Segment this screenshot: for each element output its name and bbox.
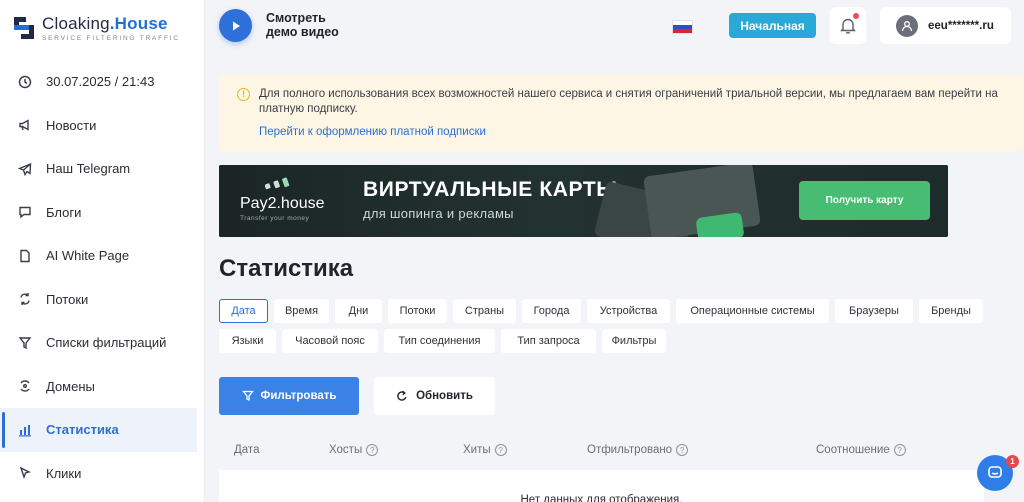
pay2-banner[interactable]: Pay2.house Transfer your money ВИРТУАЛЬН… (219, 165, 948, 237)
tab-devices[interactable]: Устройства (587, 299, 670, 323)
alert-text: Для полного использования всех возможнос… (259, 88, 998, 115)
column-date: Дата (234, 444, 260, 456)
sidebar-item-label: Блоги (46, 204, 82, 220)
filter-icon (241, 390, 254, 402)
tab-connection-type[interactable]: Тип соединения (384, 329, 495, 353)
document-icon (18, 249, 32, 263)
sidebar-item-ai-white-page[interactable]: AI White Page (0, 234, 205, 278)
telegram-icon (18, 162, 32, 176)
sidebar-item-label: Статистика (46, 422, 119, 438)
tab-countries[interactable]: Страны (453, 299, 516, 323)
tab-operating-systems[interactable]: Операционные системы (676, 299, 829, 323)
sidebar-item-label: Списки фильтраций (46, 335, 167, 351)
top-header: Смотреть демо видео Начальная eeu*******… (205, 0, 1024, 52)
chat-icon (18, 205, 32, 219)
chat-bubble-icon (988, 466, 1002, 478)
sidebar-item-label: AI White Page (46, 248, 130, 264)
tab-languages[interactable]: Языки (219, 329, 276, 353)
tab-cities[interactable]: Города (522, 299, 581, 323)
repeat-icon (18, 292, 32, 306)
sidebar-item-blogs[interactable]: Блоги (0, 191, 205, 235)
logo-mark-icon (12, 14, 36, 42)
sidebar-item-flows[interactable]: Потоки (0, 278, 205, 322)
sidebar-item-datetime: 30.07.2025 / 21:43 (0, 60, 205, 104)
column-hosts: Хосты? (329, 444, 379, 456)
demo-video-link[interactable]: Смотреть демо видео (266, 11, 366, 39)
help-icon[interactable]: ? (366, 444, 379, 456)
sidebar-item-clicks[interactable]: Клики (0, 452, 205, 496)
brand-name: Cloaking.House (42, 14, 168, 33)
sidebar-item-news[interactable]: Новости (0, 104, 205, 148)
user-menu[interactable]: eeu*******.ru (880, 7, 1011, 44)
upgrade-subscription-link[interactable]: Перейти к оформлению платной подписки (259, 125, 486, 140)
help-icon[interactable]: ? (494, 444, 507, 456)
sidebar-item-label: Клики (46, 465, 82, 481)
tab-browsers[interactable]: Браузеры (835, 299, 913, 323)
avatar (896, 14, 918, 37)
user-email: eeu*******.ru (928, 19, 994, 32)
column-hits: Хиты? (463, 444, 507, 456)
sidebar-item-domains[interactable]: Домены (0, 365, 205, 409)
tab-filters[interactable]: Фильтры (602, 329, 666, 353)
domains-icon (18, 379, 32, 393)
russian-flag-icon[interactable] (672, 20, 693, 34)
sidebar-item-label: Домены (46, 378, 95, 394)
tab-days[interactable]: Дни (335, 299, 382, 323)
sidebar-item-filter-lists[interactable]: Списки фильтраций (0, 321, 205, 365)
chat-unread-badge: 1 (1006, 455, 1019, 468)
demo-line2: демо видео (266, 25, 339, 39)
play-demo-button[interactable] (219, 9, 252, 42)
clock-icon (18, 75, 32, 89)
notifications-button[interactable] (830, 7, 866, 44)
sidebar-item-statistics[interactable]: Статистика (0, 408, 197, 452)
stats-table-header: Дата Хосты? Хиты? Отфильтровано? Соотнош… (219, 438, 984, 466)
pay2-logo-icon (265, 177, 290, 190)
tab-request-type[interactable]: Тип запроса (501, 329, 596, 353)
user-icon (901, 20, 913, 31)
filter-icon (18, 336, 32, 350)
column-ratio: Соотношение? (816, 444, 906, 456)
refresh-button[interactable]: Обновить (374, 377, 495, 415)
filter-button[interactable]: Фильтровать (219, 377, 359, 415)
notification-dot (853, 13, 859, 19)
tab-date[interactable]: Дата (219, 299, 268, 323)
table-empty-state: Нет данных для отображения. (219, 470, 984, 502)
main-content: ! Для полного использования всех возможн… (205, 52, 1024, 502)
sidebar-item-telegram[interactable]: Наш Telegram (0, 147, 205, 191)
tab-flows[interactable]: Потоки (388, 299, 447, 323)
home-button[interactable]: Начальная (729, 13, 816, 38)
bell-icon (840, 18, 856, 34)
filter-button-label: Фильтровать (260, 390, 337, 402)
demo-line1: Смотреть (266, 11, 326, 25)
play-icon (232, 21, 240, 30)
tab-brands[interactable]: Бренды (919, 299, 983, 323)
megaphone-icon (18, 118, 32, 132)
bar-chart-icon (18, 423, 32, 437)
tab-time[interactable]: Время (274, 299, 329, 323)
sidebar-nav: 30.07.2025 / 21:43 Новости Наш Telegram … (0, 60, 205, 495)
sidebar-item-label: Наш Telegram (46, 161, 131, 177)
brand-tagline: SERVICE FILTERING TRAFFIC (42, 35, 180, 42)
banner-subtitle: для шопинга и рекламы (363, 206, 514, 221)
help-icon[interactable]: ? (893, 444, 906, 456)
get-card-button[interactable]: Получить карту (799, 181, 930, 220)
tab-timezone[interactable]: Часовой пояс (282, 329, 378, 353)
refresh-button-label: Обновить (416, 390, 473, 402)
trial-alert: ! Для полного использования всех возможн… (219, 75, 1024, 151)
help-icon[interactable]: ? (676, 444, 689, 456)
banner-brand-sub: Transfer your money (240, 215, 310, 222)
column-filtered: Отфильтровано? (587, 444, 689, 456)
brand-logo[interactable]: Cloaking.House SERVICE FILTERING TRAFFIC (12, 14, 180, 42)
warning-icon: ! (237, 88, 250, 101)
sidebar-item-label: Новости (46, 117, 97, 133)
page-title: Статистика (219, 255, 354, 282)
cursor-icon (18, 466, 32, 480)
refresh-icon (397, 390, 407, 401)
sidebar-item-label: 30.07.2025 / 21:43 (46, 74, 155, 90)
sidebar-item-label: Потоки (46, 291, 89, 307)
banner-brand: Pay2.house (240, 195, 325, 212)
banner-title: ВИРТУАЛЬНЫЕ КАРТЫ (363, 178, 618, 201)
sidebar: Cloaking.House SERVICE FILTERING TRAFFIC… (0, 0, 205, 502)
